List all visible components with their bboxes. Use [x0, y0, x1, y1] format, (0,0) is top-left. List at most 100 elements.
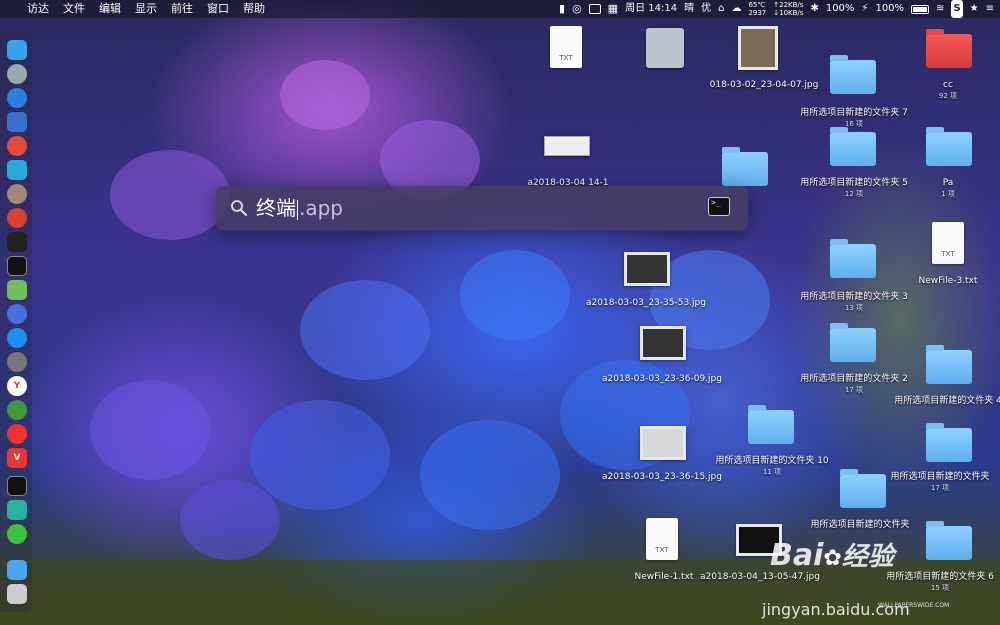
folder-count: 17 项 [930, 484, 950, 492]
menu-edit[interactable]: 编辑 [92, 0, 128, 18]
battery-icon[interactable] [911, 4, 930, 14]
launchpad-icon[interactable] [7, 64, 27, 84]
migration-icon[interactable] [7, 160, 27, 180]
wechat-status-icon[interactable]: ◎ [572, 0, 582, 18]
folder-label[interactable]: 用所选项目新建的文件夹 17 项 [880, 472, 1000, 494]
wechat-icon[interactable] [7, 524, 27, 544]
image-thumbnail[interactable] [640, 326, 686, 360]
image-thumbnail[interactable] [624, 252, 670, 286]
file-label[interactable]: 018-03-02_23-04-07.jpg [704, 80, 824, 91]
grid-icon[interactable]: ▦ [608, 0, 618, 18]
spotlight-search-bar[interactable]: 终端 .app [216, 186, 748, 230]
trash-icon[interactable] [7, 584, 27, 604]
menu-go[interactable]: 前往 [164, 0, 200, 18]
folder-icon[interactable] [830, 127, 876, 166]
folder-count: 17 项 [844, 386, 864, 394]
system-prefs-icon[interactable] [7, 352, 27, 372]
txt-file-icon[interactable] [646, 518, 678, 560]
weather[interactable]: 晴 [684, 0, 694, 18]
safari-icon[interactable] [7, 88, 27, 108]
keyboard-image-thumbnail[interactable] [544, 136, 590, 156]
list-icon[interactable]: ≡ [986, 0, 994, 18]
image-thumbnail[interactable] [640, 426, 686, 460]
folder-count: 1 项 [941, 190, 955, 198]
menu-finder[interactable]: 访达 [20, 0, 56, 18]
terminal-icon[interactable] [7, 256, 27, 276]
app-store-icon[interactable] [7, 328, 27, 348]
terminal-2-icon[interactable] [7, 476, 27, 496]
star-icon[interactable]: ★ [970, 0, 979, 18]
yandex-icon[interactable]: Y [7, 376, 27, 396]
contacts-icon[interactable] [7, 112, 27, 132]
menu-file[interactable]: 文件 [56, 0, 92, 18]
file-label[interactable]: NewFile-3.txt [888, 276, 1000, 287]
folder-icon[interactable] [748, 405, 794, 444]
folder-name: 用所选项目新建的文件夹 [810, 520, 910, 530]
file-label[interactable]: a2018-03-03_23-36-15.jpg [602, 472, 722, 483]
terminal-icon[interactable]: >_ [708, 197, 730, 216]
menu-help[interactable]: 帮助 [236, 0, 272, 18]
folder-count: 13 项 [844, 304, 864, 312]
app-icon[interactable]: S [951, 0, 963, 18]
xcode-icon[interactable] [646, 28, 684, 68]
calendar-icon[interactable] [7, 136, 27, 156]
maps-icon[interactable] [7, 280, 27, 300]
battery-percent-2[interactable]: 100% [875, 0, 904, 18]
briefcase-icon[interactable]: ⌂ [718, 0, 724, 18]
wallpaper-petal [110, 150, 230, 240]
vivaldi-icon[interactable]: V [7, 448, 27, 468]
folder-icon[interactable] [722, 147, 768, 186]
battery-percent-1[interactable]: 100% [826, 0, 855, 18]
folder-icon[interactable] [926, 127, 972, 166]
music-app-icon[interactable] [7, 208, 27, 228]
chrome-icon[interactable] [7, 400, 27, 420]
folder-icon[interactable] [926, 29, 972, 68]
file-label[interactable]: a2018-03-03_23-35-53.jpg [586, 298, 706, 309]
folder-label[interactable]: cc 92 项 [888, 80, 1000, 102]
folder-icon[interactable] [926, 521, 972, 560]
folder-label[interactable]: 用所选项目新建的文件夹 10 11 项 [712, 456, 832, 478]
folder-name: 用所选项目新建的文件夹 7 [800, 108, 908, 118]
file-label[interactable]: a2018-03-03_23-36-09.jpg [602, 374, 722, 385]
folder-label[interactable]: 用所选项目新建的文件夹 2 17 项 [794, 374, 914, 396]
folder-icon[interactable] [830, 323, 876, 362]
folder-label[interactable]: 用所选项目新建的文件夹 3 13 项 [794, 292, 914, 314]
folder-label[interactable]: 用所选项目新建的文件夹 [800, 520, 920, 531]
wifi-icon[interactable]: ≋ [936, 0, 944, 18]
air-quality[interactable]: 优 [701, 0, 711, 18]
txt-file-icon[interactable] [932, 222, 964, 264]
menu-window[interactable]: 窗口 [200, 0, 236, 18]
txt-file-icon[interactable] [550, 26, 582, 68]
folder-label[interactable]: 用所选项目新建的文件夹 6 15 项 [880, 572, 1000, 594]
folder-label[interactable]: Pa 1 项 [888, 178, 1000, 200]
folder-icon[interactable] [926, 345, 972, 384]
folder-name: cc [943, 80, 953, 90]
folder-name: 用所选项目新建的文件夹 10 [715, 456, 829, 466]
watermark-suffix: 经验 [841, 542, 894, 572]
compressor-icon[interactable] [7, 184, 27, 204]
menu-bar: 访达 文件 编辑 显示 前往 窗口 帮助 ▮ ◎ ▦ 周日 14:14 晴 优 … [0, 0, 1000, 18]
folder-icon[interactable] [830, 239, 876, 278]
display-icon[interactable] [588, 4, 601, 14]
netease-music-icon[interactable] [7, 424, 27, 444]
image-thumbnail[interactable] [738, 26, 778, 70]
siri-icon[interactable] [7, 304, 27, 324]
bluetooth-icon[interactable]: ✱ [810, 0, 818, 18]
file-label[interactable]: a2018-03-04_13-05-47.jpg [700, 572, 820, 583]
folder-icon[interactable] [830, 55, 876, 94]
menu-view[interactable]: 显示 [128, 0, 164, 18]
temp-readout[interactable]: 65℃ 2937 [748, 1, 766, 17]
folder-icon[interactable] [926, 423, 972, 462]
folder-label[interactable]: 用所选项目新建的文件夹 4 [888, 396, 1000, 407]
folder-label[interactable]: 用所选项目新建的文件夹 7 16 项 [794, 108, 914, 130]
clock[interactable]: 周日 14:14 [625, 0, 677, 18]
downloads-icon[interactable] [7, 560, 27, 580]
net-speed[interactable]: ↑22KB/s ↓10KB/s [773, 1, 803, 17]
spotlight-input[interactable]: 终端 .app [256, 194, 343, 222]
wallpaper-petal [460, 250, 570, 340]
wechat-work-icon[interactable] [7, 500, 27, 520]
activity-monitor-icon[interactable] [7, 232, 27, 252]
finder-icon[interactable] [7, 40, 27, 60]
cloud-icon[interactable]: ☁ [731, 0, 741, 18]
taskbar-icon[interactable]: ▮ [559, 0, 565, 18]
